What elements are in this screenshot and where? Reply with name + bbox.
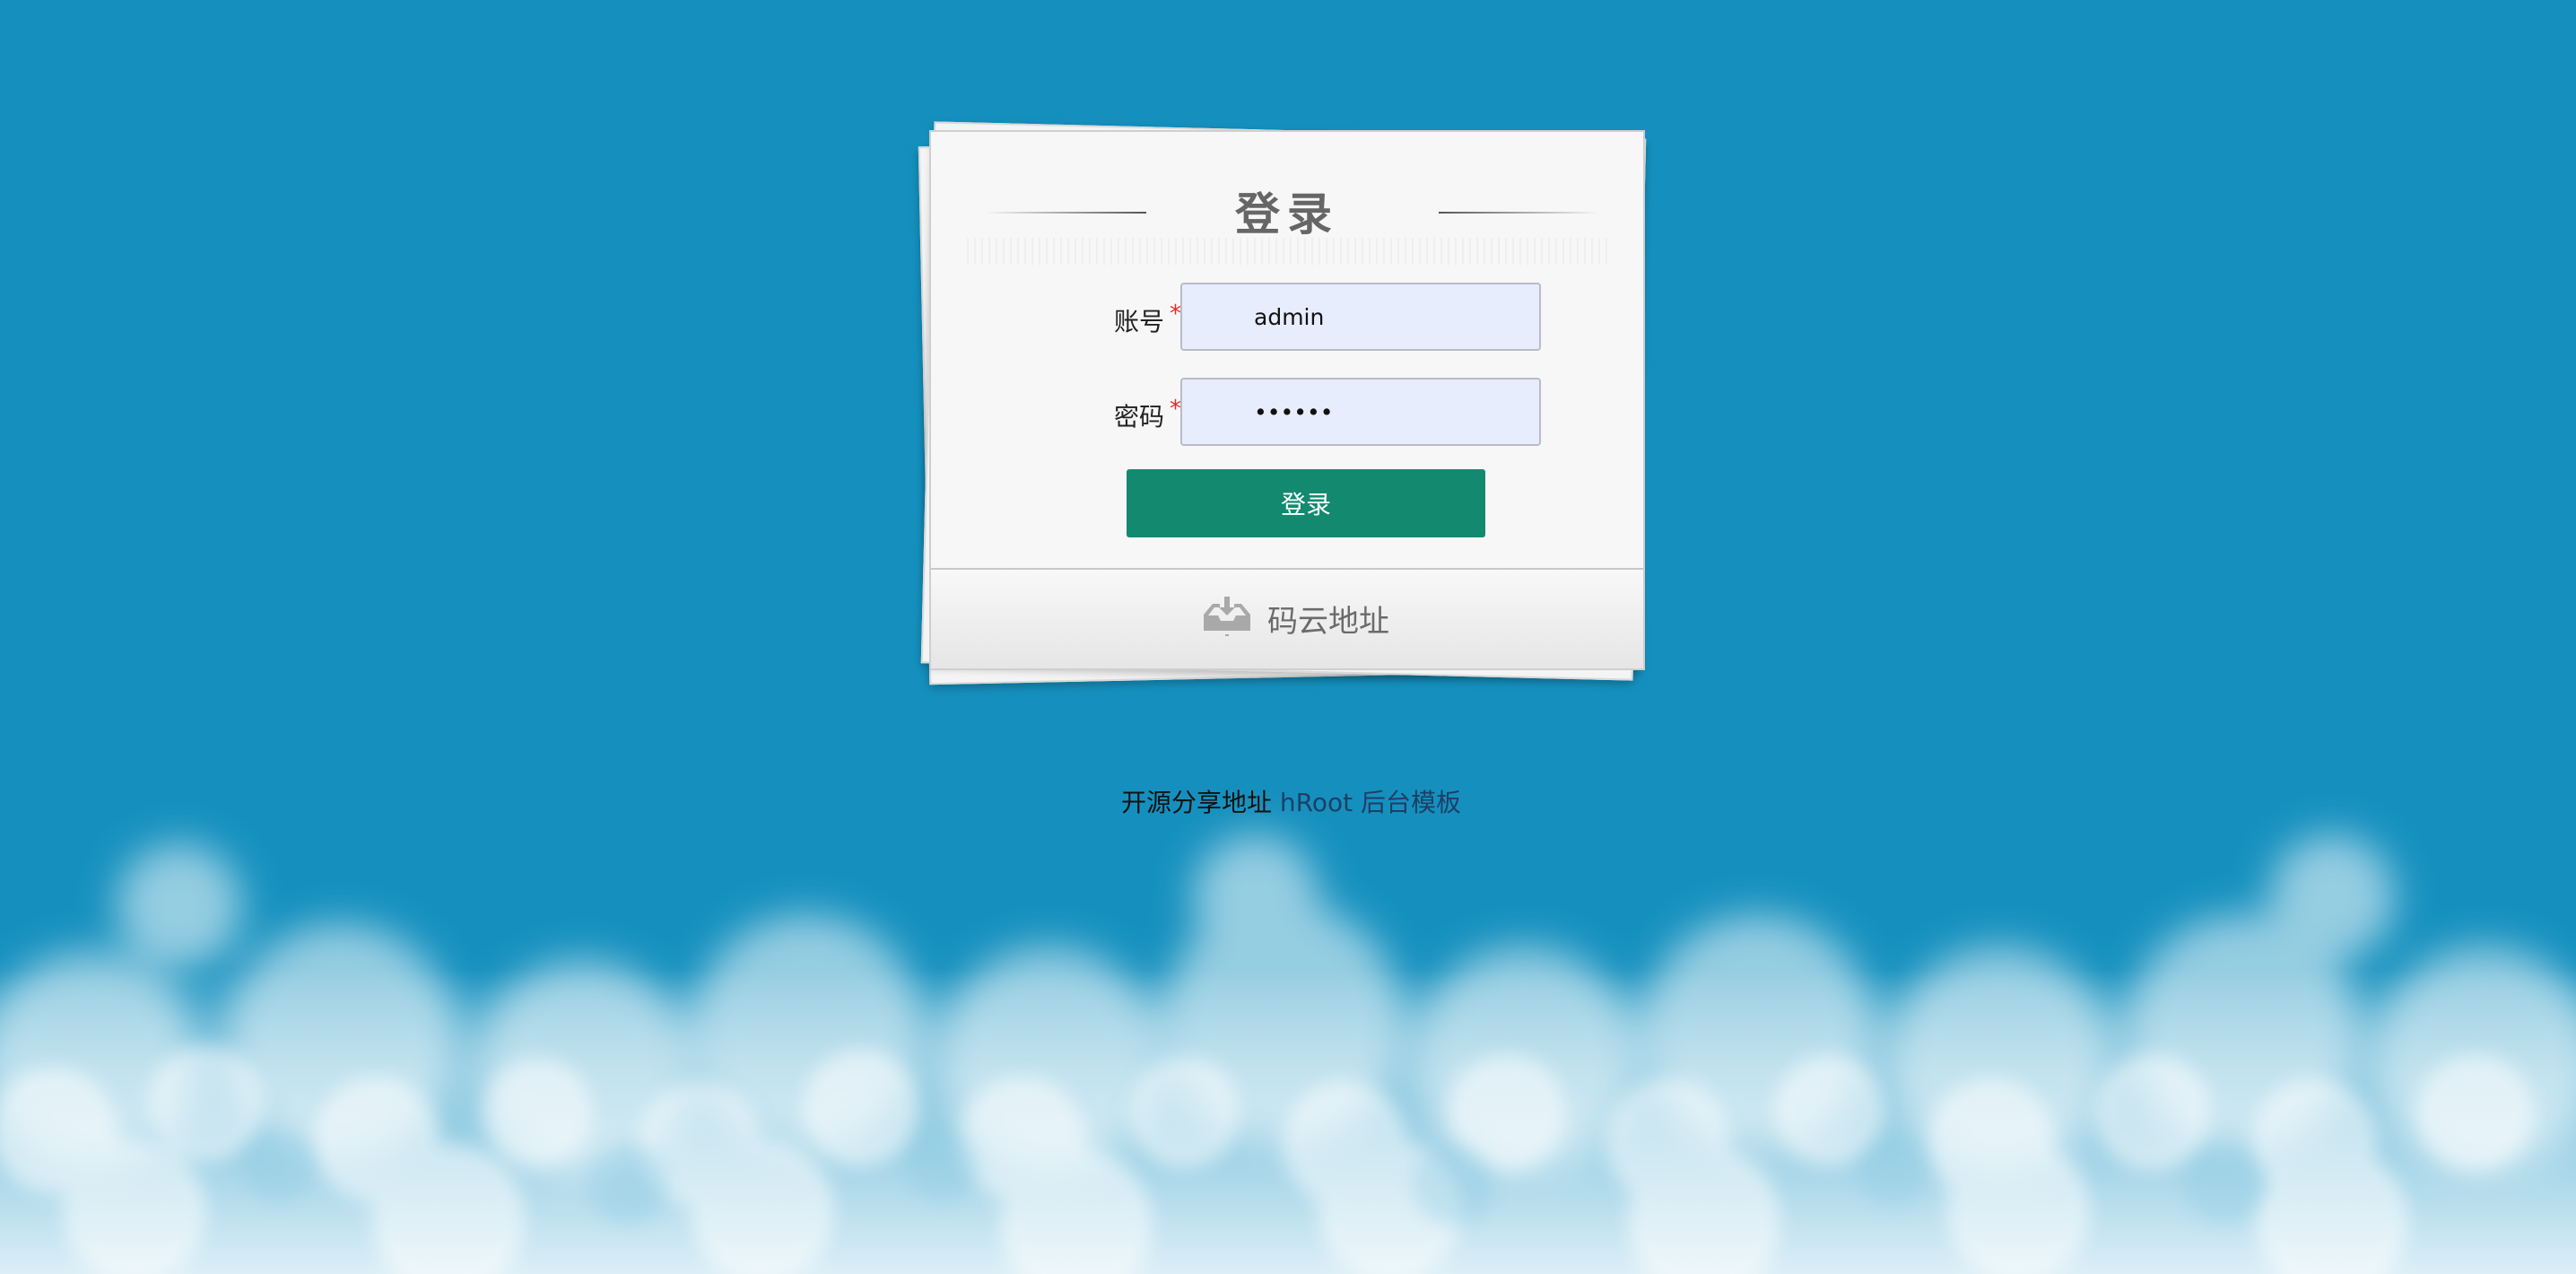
login-button[interactable]: 登录 xyxy=(1127,469,1485,537)
account-input[interactable] xyxy=(1180,283,1541,351)
login-title: 登录 xyxy=(1235,188,1339,240)
title-divider-right xyxy=(1439,212,1600,214)
account-label: 账号 xyxy=(1113,307,1164,336)
share-prefix: 开源分享地址 xyxy=(1121,788,1273,817)
share-line: 开源分享地址 hRoot 后台模板 xyxy=(1121,783,1461,819)
password-input[interactable] xyxy=(1180,378,1541,446)
password-label: 密码 xyxy=(1113,402,1164,432)
inbox-download-icon xyxy=(1200,595,1254,638)
account-row: 账号 * xyxy=(931,283,1643,354)
gitee-link-label: 码云地址 xyxy=(1267,604,1389,640)
gitee-link[interactable]: 码云地址 xyxy=(931,568,1643,668)
hroot-template-link[interactable]: hRoot 后台模板 xyxy=(1280,788,1461,817)
decorative-stripes xyxy=(967,238,1611,265)
password-row: 密码 * xyxy=(931,378,1643,449)
login-panel: 登录 账号 * 密码 * 登录 码云地址 xyxy=(915,112,1650,686)
login-card: 登录 账号 * 密码 * 登录 码云地址 xyxy=(929,130,1645,670)
